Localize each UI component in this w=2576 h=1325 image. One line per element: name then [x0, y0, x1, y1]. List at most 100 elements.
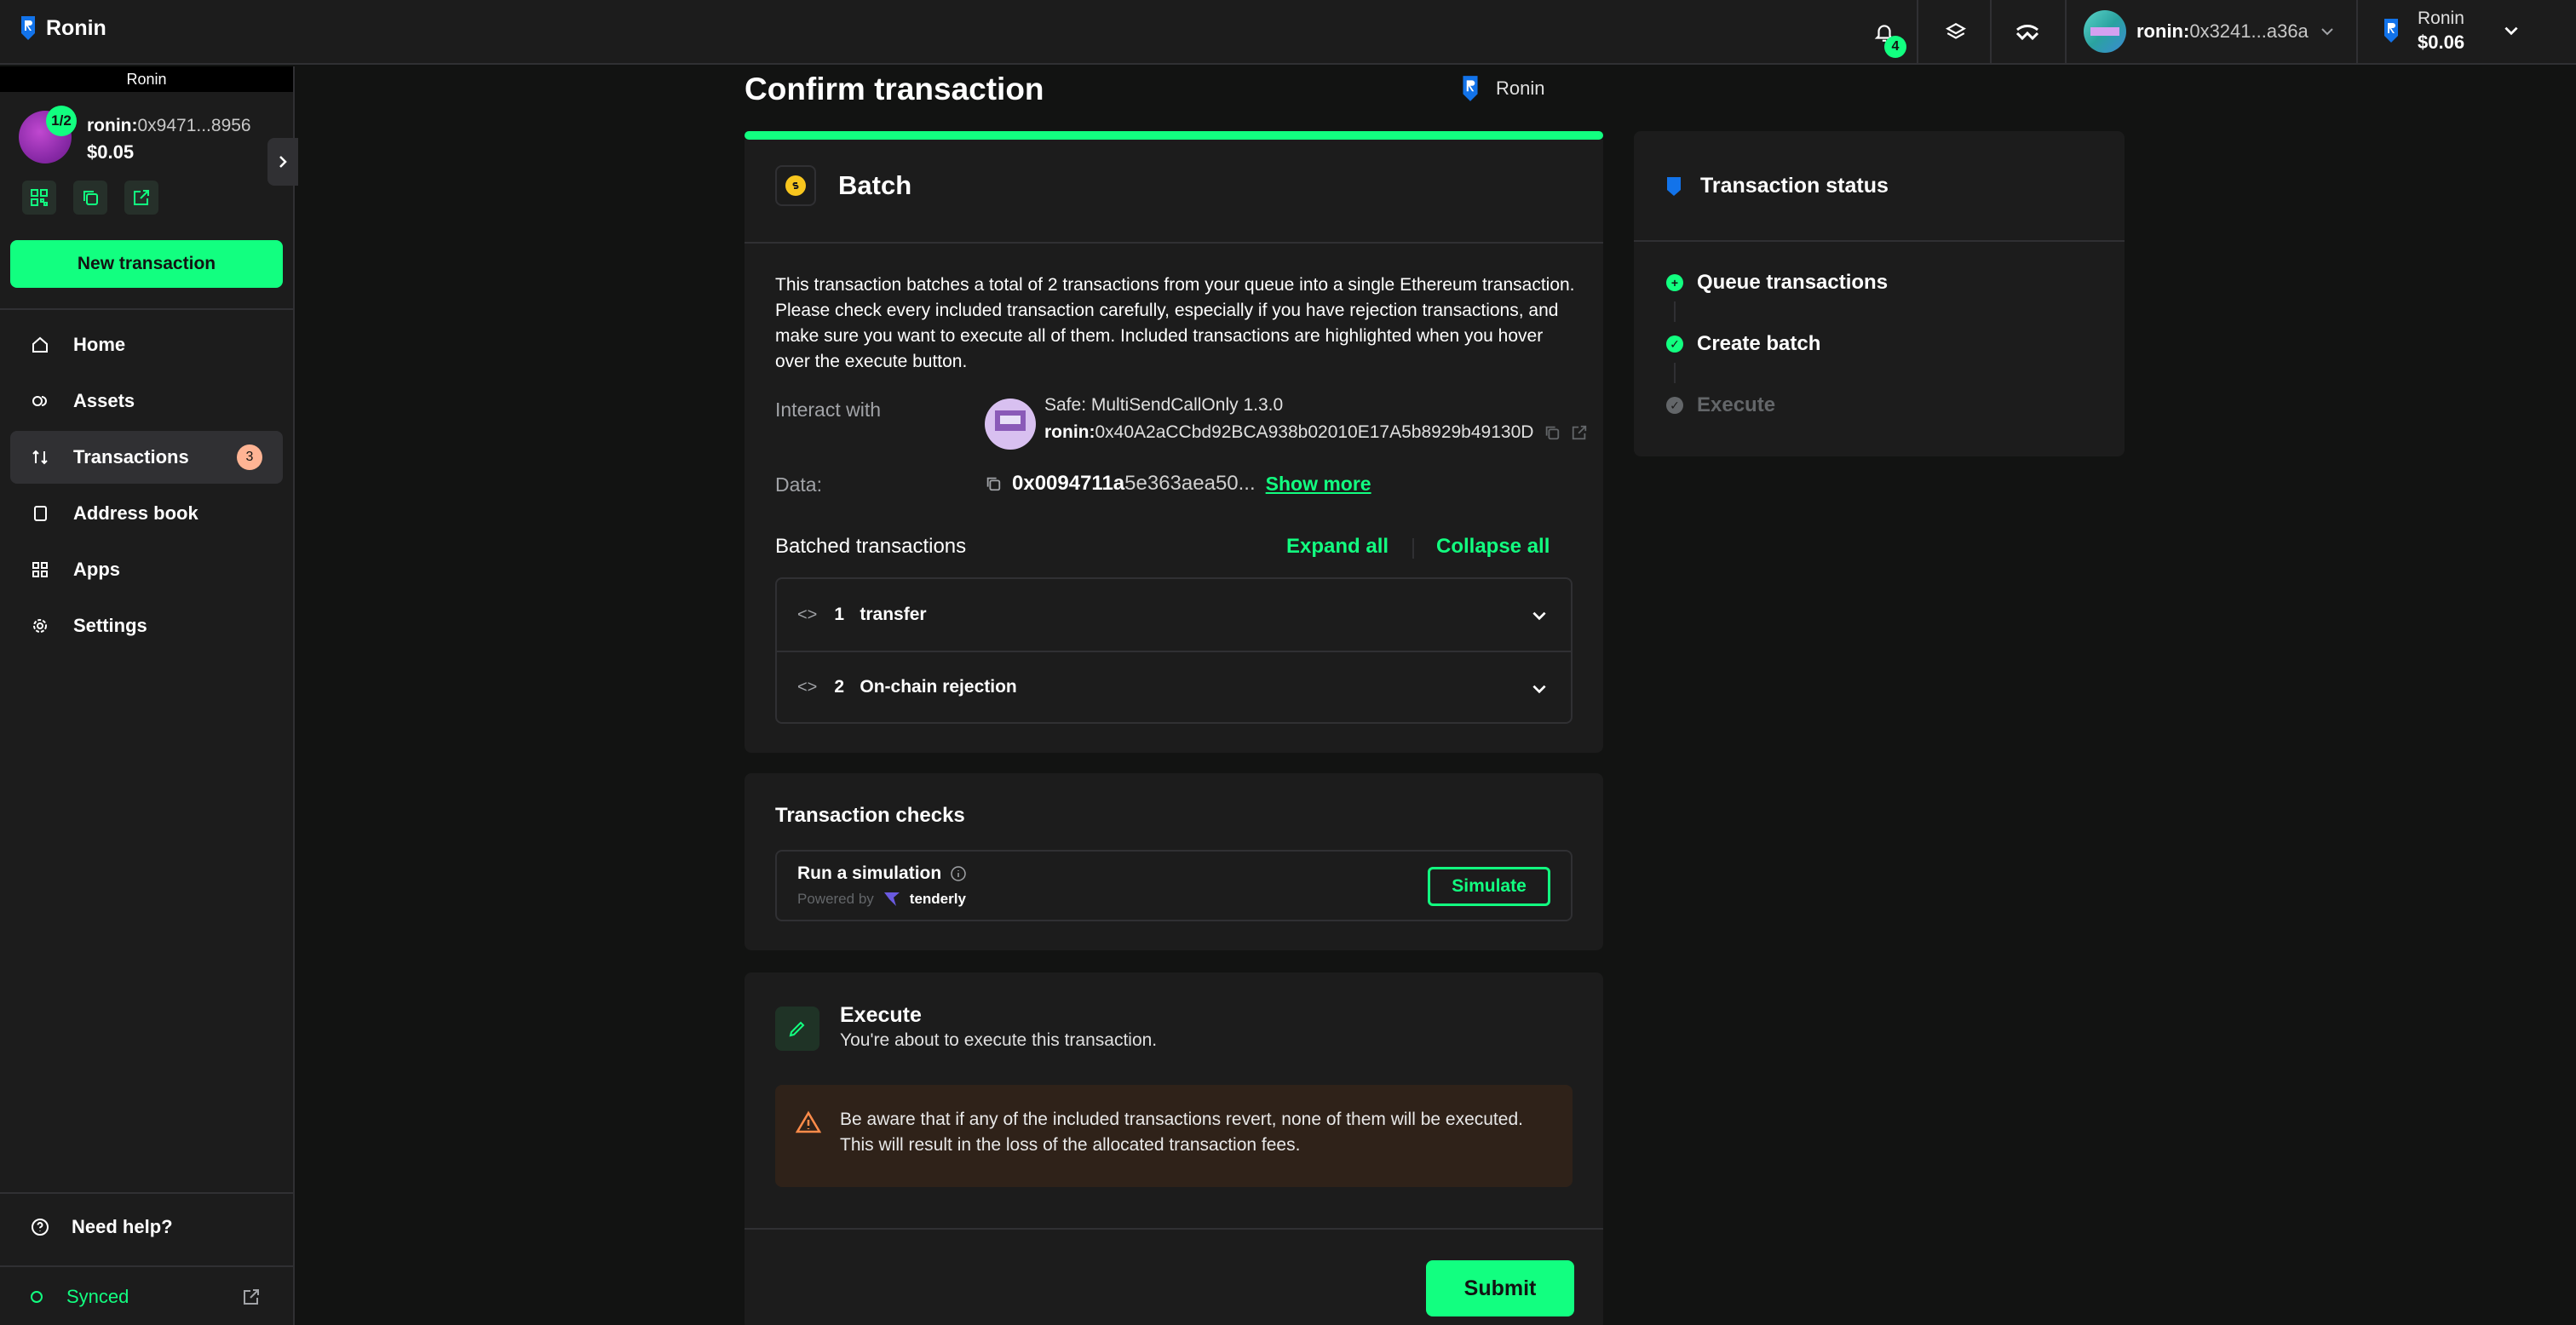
page-title: Confirm transaction — [745, 72, 1044, 106]
transactions-count-badge: 3 — [237, 445, 262, 470]
account-selector[interactable]: ronin:0x3241...a36a — [2084, 10, 2336, 53]
transaction-index: 2 — [834, 677, 845, 697]
sidebar-item-settings[interactable]: Settings — [10, 599, 283, 652]
sidebar-item-label: Home — [73, 334, 126, 355]
sidebar-item-label: Transactions — [73, 446, 189, 467]
external-link-icon[interactable] — [1571, 424, 1588, 441]
copy-icon — [83, 191, 98, 205]
sidebar-item-apps[interactable]: Apps — [10, 543, 283, 596]
copy-icon[interactable] — [985, 475, 1002, 492]
simulation-title: Run a simulation — [797, 863, 967, 884]
execute-card: Execute You're about to execute this tra… — [745, 972, 1603, 1325]
copy-address-button[interactable] — [73, 181, 107, 215]
settings-icon — [31, 617, 49, 635]
show-more-link[interactable]: Show more — [1266, 473, 1371, 496]
transaction-index: 1 — [834, 605, 845, 624]
topbar-divider — [2356, 0, 2358, 65]
network-name: Ronin — [2418, 9, 2464, 28]
checks-title: Transaction checks — [775, 804, 965, 827]
batched-transaction-row[interactable]: <> 2 On-chain rejection — [777, 651, 1571, 722]
execute-title: Execute — [840, 1003, 922, 1027]
open-explorer-button[interactable] — [124, 181, 158, 215]
qr-code-icon — [31, 189, 48, 206]
network-selector[interactable]: Ronin $0.06 — [2382, 7, 2521, 54]
chevron-right-icon — [279, 156, 287, 168]
home-icon — [31, 336, 49, 354]
topbar-divider — [2065, 0, 2067, 65]
collapse-all-button[interactable]: Collapse all — [1436, 535, 1550, 559]
chevron-down-icon — [2504, 26, 2518, 36]
button-separator — [1412, 538, 1414, 559]
copy-icon[interactable] — [1544, 424, 1561, 441]
assets-icon — [31, 392, 49, 410]
contract-name: Safe: MultiSendCallOnly 1.3.0 — [1044, 395, 1284, 415]
step-connector — [1674, 363, 1676, 383]
submit-button[interactable]: Submit — [1426, 1260, 1574, 1316]
edit-icon — [775, 1007, 819, 1051]
app-logo[interactable]: Ronin — [19, 15, 106, 41]
app-name: Ronin — [46, 15, 106, 40]
status-step-create: ✓ Create batch — [1666, 332, 1820, 356]
tenderly-logo-icon — [883, 892, 900, 906]
flow-progress-bar — [745, 131, 1603, 140]
chevron-down-icon — [1532, 611, 1546, 621]
sidebar-nav: Home Assets Transactions 3 Address book … — [10, 318, 283, 656]
transaction-checks-card: Transaction checks Run a simulation Powe… — [745, 773, 1603, 950]
safe-avatar: 1/2 — [19, 106, 77, 163]
topbar-divider — [1990, 0, 1992, 65]
sidebar-item-home[interactable]: Home — [10, 318, 283, 371]
coin-icon — [785, 175, 806, 196]
simulation-box: Run a simulation Powered by tenderly Sim… — [775, 850, 1573, 921]
ronin-logo-icon — [21, 16, 35, 40]
sidebar: Ronin 1/2 ronin:0x9471...8956 $0.05 New … — [0, 66, 298, 1325]
batch-icon-box — [775, 165, 816, 206]
contract-avatar — [985, 399, 1036, 450]
sync-status[interactable]: Synced — [31, 1286, 261, 1308]
external-link-icon — [134, 190, 149, 205]
notifications-count-badge: 4 — [1884, 36, 1906, 58]
walletconnect-icon[interactable] — [2012, 17, 2043, 48]
sidebar-item-address-book[interactable]: Address book — [10, 487, 283, 540]
address-book-icon — [31, 504, 49, 523]
batched-transaction-row[interactable]: <> 1 transfer — [777, 579, 1571, 651]
new-transaction-button[interactable]: New transaction — [10, 240, 283, 288]
safe-actions — [22, 181, 158, 215]
sync-status-label: Synced — [66, 1286, 129, 1307]
code-icon: <> — [797, 677, 818, 697]
sidebar-divider — [0, 1192, 293, 1194]
info-icon[interactable] — [950, 865, 967, 882]
simulate-button[interactable]: Simulate — [1428, 867, 1550, 906]
sidebar-item-label: Assets — [73, 390, 135, 411]
execute-subtitle: You're about to execute this transaction… — [840, 1030, 1158, 1050]
status-step-execute: ✓ Execute — [1666, 393, 1775, 417]
plus-circle-icon: + — [1666, 274, 1683, 291]
chevron-down-icon — [2321, 28, 2333, 36]
apps-icon — [31, 560, 49, 579]
top-bar: Ronin 4 ronin:0x3241...a36a Ronin $0.06 — [0, 0, 2576, 65]
open-safe-list-button[interactable] — [267, 138, 298, 186]
help-label: Need help? — [72, 1216, 173, 1237]
batch-card: Batch This transaction batches a total o… — [745, 140, 1603, 753]
provider-name: tenderly — [909, 891, 966, 907]
data-value: 0x0094711a5e363aea50... Show more — [985, 472, 1371, 496]
layers-icon[interactable] — [1941, 17, 1971, 48]
batch-header: Batch — [775, 165, 911, 206]
sidebar-item-label: Address book — [73, 502, 198, 524]
sidebar-item-transactions[interactable]: Transactions 3 — [10, 431, 283, 484]
batched-transactions-list: <> 1 transfer <> 2 On-chain rejection — [775, 577, 1573, 724]
account-avatar — [2084, 10, 2126, 53]
chain-indicator: Ronin — [0, 66, 293, 92]
help-link[interactable]: Need help? — [31, 1216, 173, 1238]
sidebar-item-assets[interactable]: Assets — [10, 375, 283, 427]
chain-name: Ronin — [1496, 77, 1545, 99]
transaction-status-card: Transaction status + Queue transactions … — [1634, 131, 2125, 456]
data-label: Data: — [775, 473, 822, 496]
interact-with-label: Interact with — [775, 399, 881, 421]
account-address: ronin:0x3241...a36a — [2136, 20, 2309, 42]
expand-all-button[interactable]: Expand all — [1286, 535, 1389, 559]
safe-balance: $0.05 — [87, 141, 135, 163]
transaction-method: transfer — [860, 605, 927, 624]
status-header: Transaction status — [1666, 174, 1889, 198]
qr-code-button[interactable] — [22, 181, 56, 215]
card-divider — [745, 1228, 1603, 1230]
